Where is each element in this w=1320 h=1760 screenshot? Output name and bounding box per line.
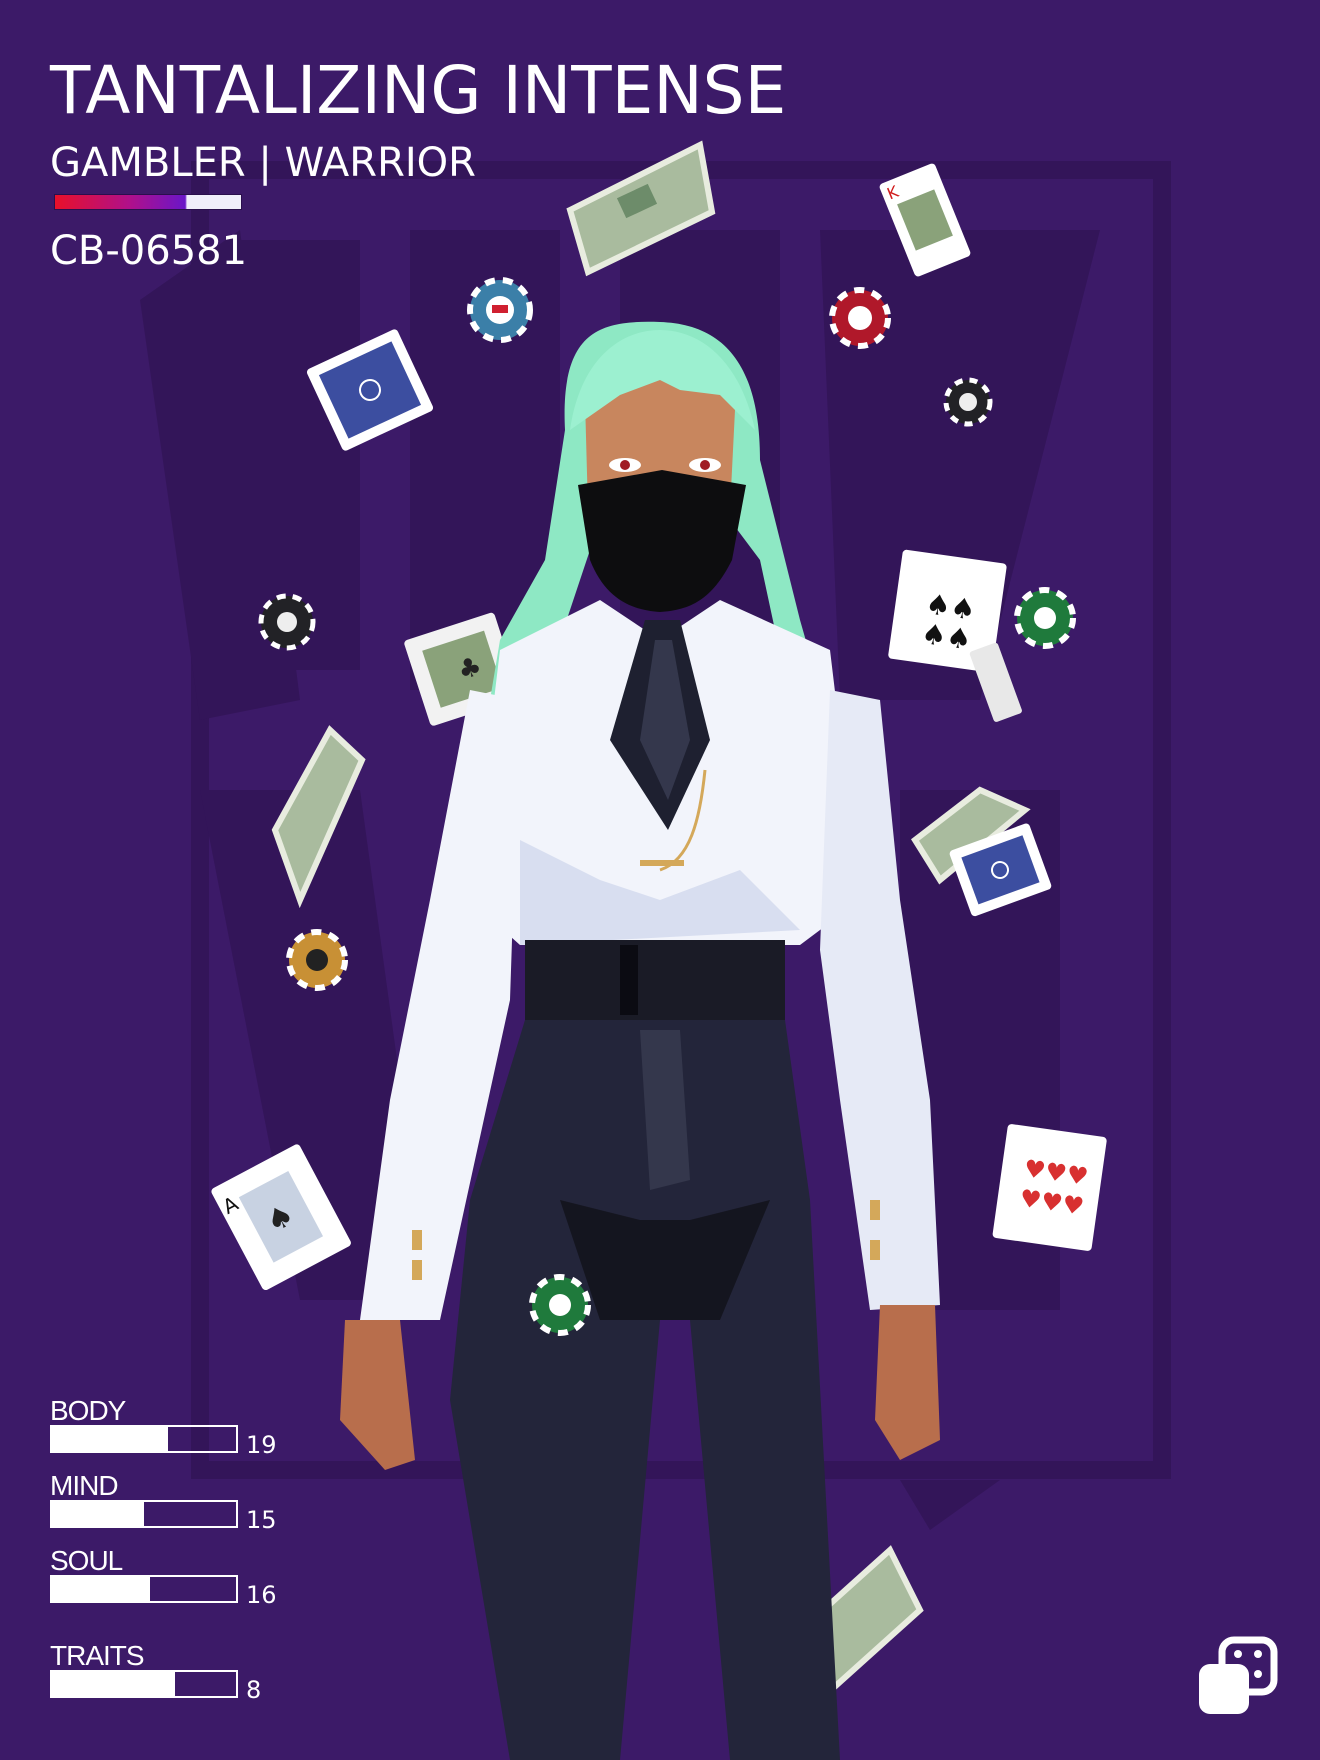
poker-chip <box>943 377 993 427</box>
stat-label: MIND <box>50 1470 119 1501</box>
accent-bar <box>54 194 242 210</box>
poker-chip <box>286 929 348 991</box>
stat-bar-fill <box>52 1672 176 1696</box>
character-classes: GAMBLER | WARRIOR <box>50 140 476 186</box>
stat-value: 8 <box>246 1676 262 1704</box>
poker-chip <box>467 277 533 343</box>
dice-icon <box>1199 1636 1278 1714</box>
stat-bar-fill <box>52 1577 150 1601</box>
svg-text:♠♠: ♠♠ <box>919 617 973 657</box>
stat-soul: SOUL 16 <box>50 1545 310 1615</box>
character-code: CB-06581 <box>50 228 248 274</box>
poker-chip <box>1014 587 1076 649</box>
poker-chip <box>529 1274 591 1336</box>
stat-label: TRAITS <box>50 1640 145 1671</box>
stat-mind: MIND 15 <box>50 1470 310 1540</box>
stat-bar-fill <box>52 1427 168 1451</box>
playing-card: ♥♥♥ ♥♥♥ <box>992 1124 1107 1251</box>
stat-label: SOUL <box>50 1545 123 1576</box>
stat-bar <box>50 1500 238 1528</box>
stat-bar-fill <box>52 1502 144 1526</box>
stat-label: BODY <box>50 1395 126 1426</box>
poker-chip <box>829 287 891 349</box>
stat-value: 16 <box>246 1581 277 1609</box>
stat-value: 19 <box>246 1431 277 1459</box>
poker-chip <box>258 593 316 651</box>
stat-traits: TRAITS 8 <box>50 1640 310 1710</box>
stat-bar <box>50 1425 238 1453</box>
character-title: TANTALIZING INTENSE <box>50 52 787 129</box>
stat-body: BODY 19 <box>50 1395 310 1465</box>
stat-value: 15 <box>246 1506 277 1534</box>
stat-bar <box>50 1670 238 1698</box>
stat-bar <box>50 1575 238 1603</box>
